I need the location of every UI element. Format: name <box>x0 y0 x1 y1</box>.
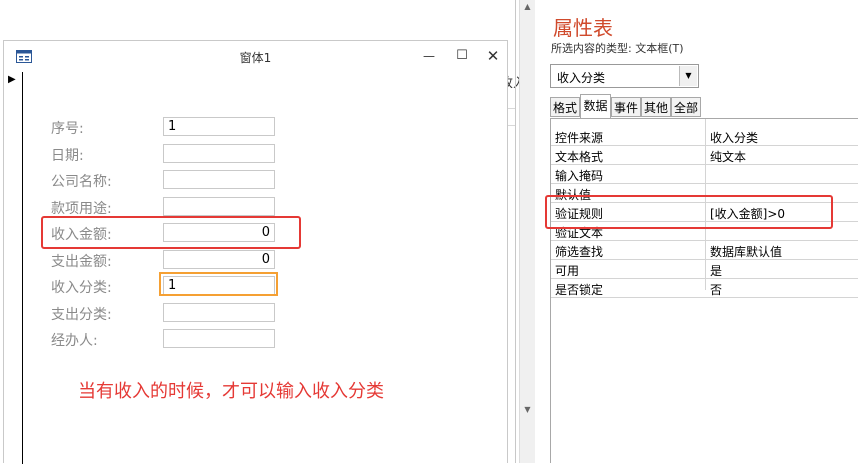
field-input-seq[interactable]: 1 <box>163 117 275 136</box>
selection-type-label: 所选内容的类型: 文本框(T) <box>551 42 684 55</box>
form-window[interactable]: 窗体1 — ☐ ✕ ▶ 序号: 1 日期: 公司名称: 款项用途: 收入金额: … <box>3 40 508 464</box>
income-amount-highlight <box>41 216 301 249</box>
field-input-date[interactable] <box>163 144 275 163</box>
annotation-caption: 当有收入的时候，才可以输入收入分类 <box>78 381 384 402</box>
vertical-scrollbar[interactable]: ▲ ▼ <box>519 0 535 463</box>
field-label-date: 日期: <box>51 148 84 164</box>
field-label-handler: 经办人: <box>51 333 98 349</box>
field-label-expense-amount: 支出金额: <box>51 254 112 270</box>
property-grid: 控件来源 收入分类 文本格式 纯文本 输入掩码 默认值 验证规则 [收入金额]>… <box>550 118 858 463</box>
property-value[interactable]: 收入分类 <box>710 129 758 146</box>
property-row-enabled[interactable]: 可用 是 <box>551 260 858 279</box>
field-input-handler[interactable] <box>163 329 275 348</box>
validation-rule-highlight <box>545 195 833 229</box>
field-input-expense-amount[interactable]: 0 <box>163 250 275 269</box>
property-name: 文本格式 <box>555 150 604 164</box>
property-name: 输入掩码 <box>555 169 604 183</box>
record-pointer-icon: ▶ <box>8 74 16 85</box>
maximize-button[interactable]: ☐ <box>450 45 474 67</box>
property-row-filter-lookup[interactable]: 筛选查找 数据库默认值 <box>551 241 858 260</box>
property-row-locked[interactable]: 是否锁定 否 <box>551 279 858 298</box>
tab-all[interactable]: 全部 <box>671 97 701 117</box>
form-titlebar[interactable]: 窗体1 — ☐ ✕ <box>4 41 507 72</box>
property-value[interactable]: 否 <box>710 281 722 298</box>
control-selector-dropdown[interactable]: 收入分类 ▼ <box>550 64 699 88</box>
field-label-purpose: 款项用途: <box>51 201 112 217</box>
field-label-company: 公司名称: <box>51 174 112 190</box>
field-label-seq: 序号: <box>51 121 84 137</box>
tab-other[interactable]: 其他 <box>641 97 671 117</box>
tab-data[interactable]: 数据 <box>580 94 611 118</box>
property-sheet-title: 属性表 <box>553 16 613 40</box>
scroll-up-arrow-icon[interactable]: ▲ <box>520 2 535 11</box>
property-value[interactable]: 数据库默认值 <box>710 243 782 260</box>
close-button[interactable]: ✕ <box>481 45 505 67</box>
income-category-focus-outline <box>159 272 278 296</box>
field-input-expense-category[interactable] <box>163 303 275 322</box>
property-name: 可用 <box>555 264 580 278</box>
property-row-text-format[interactable]: 文本格式 纯文本 <box>551 146 858 165</box>
scroll-down-arrow-icon[interactable]: ▼ <box>520 405 535 414</box>
field-input-company[interactable] <box>163 170 275 189</box>
chevron-down-icon[interactable]: ▼ <box>679 66 697 86</box>
tab-event[interactable]: 事件 <box>611 97 641 117</box>
property-value[interactable]: 是 <box>710 262 722 279</box>
property-row-control-source[interactable]: 控件来源 收入分类 <box>551 127 858 146</box>
record-selector-bar[interactable]: ▶ <box>4 72 23 464</box>
property-name: 筛选查找 <box>555 245 604 259</box>
property-name: 是否锁定 <box>555 283 604 297</box>
field-label-income-category: 收入分类: <box>51 280 112 296</box>
tab-format[interactable]: 格式 <box>550 97 580 117</box>
field-input-purpose[interactable] <box>163 197 275 216</box>
control-selector-value: 收入分类 <box>557 71 606 85</box>
minimize-button[interactable]: — <box>417 45 441 67</box>
property-row-input-mask[interactable]: 输入掩码 <box>551 165 858 184</box>
background-divider <box>515 0 516 463</box>
property-name: 控件来源 <box>555 131 604 145</box>
property-sheet: 属性表 所选内容的类型: 文本框(T) 收入分类 ▼ 格式 数据 事件 其他 全… <box>540 0 858 463</box>
property-value[interactable]: 纯文本 <box>710 148 746 165</box>
field-label-expense-category: 支出分类: <box>51 307 112 323</box>
